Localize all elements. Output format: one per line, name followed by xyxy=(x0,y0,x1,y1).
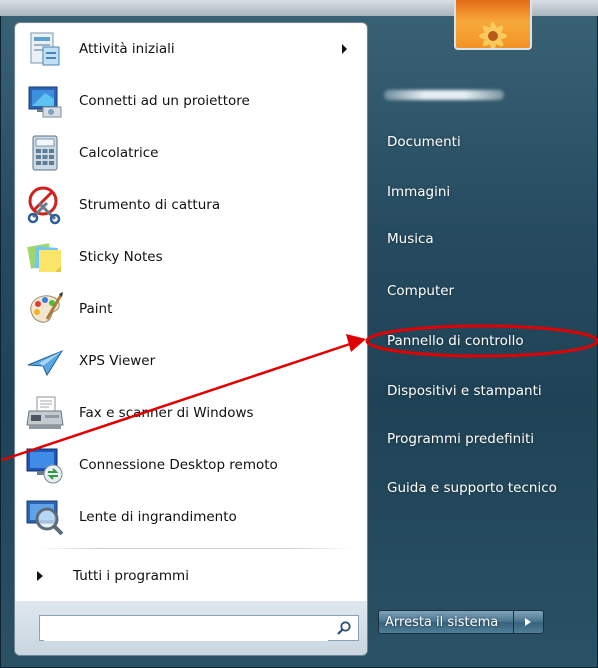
xps-viewer-icon xyxy=(25,341,65,381)
program-label: Sticky Notes xyxy=(79,249,163,265)
program-item-calcolatrice[interactable]: Calcolatrice xyxy=(21,131,361,175)
program-item-attivita-iniziali[interactable]: Attività iniziali xyxy=(21,27,361,71)
program-label: Strumento di cattura xyxy=(79,197,221,213)
program-item-desktop-remoto[interactable]: Connessione Desktop remoto xyxy=(21,443,361,487)
program-item-lente-ingrandimento[interactable]: Lente di ingrandimento xyxy=(21,495,361,539)
right-item-pannello-controllo[interactable]: Pannello di controllo xyxy=(378,327,588,355)
right-item-dispositivi-stampanti[interactable]: Dispositivi e stampanti xyxy=(378,377,588,405)
search-icon[interactable] xyxy=(336,620,352,636)
program-label: Paint xyxy=(79,301,113,317)
right-item-programmi-predefiniti[interactable]: Programmi predefiniti xyxy=(378,425,588,453)
program-item-xps-viewer[interactable]: XPS Viewer xyxy=(21,339,361,383)
shutdown-group: Arresta il sistema xyxy=(378,610,544,634)
projector-icon xyxy=(25,81,65,121)
program-item-paint[interactable]: Paint xyxy=(21,287,361,331)
chevron-right-icon xyxy=(525,618,531,626)
sticky-notes-icon xyxy=(25,237,65,277)
remote-desktop-icon xyxy=(25,445,65,485)
programs-panel: Attività iniziali Connetti ad un proiett… xyxy=(14,22,368,656)
getting-started-icon xyxy=(25,29,65,69)
submenu-arrow-icon[interactable] xyxy=(342,44,347,54)
all-programs-label: Tutti i programmi xyxy=(73,568,189,584)
program-item-connetti-proiettore[interactable]: Connetti ad un proiettore xyxy=(21,79,361,123)
user-picture[interactable] xyxy=(454,0,532,50)
right-item-computer[interactable]: Computer xyxy=(378,277,588,305)
right-item-musica[interactable]: Musica xyxy=(378,225,588,253)
flower-icon xyxy=(479,22,507,48)
program-label: Connessione Desktop remoto xyxy=(79,457,278,473)
program-label: Attività iniziali xyxy=(79,41,175,57)
right-item-immagini[interactable]: Immagini xyxy=(378,178,588,206)
snipping-tool-icon xyxy=(25,185,65,225)
shutdown-button[interactable]: Arresta il sistema xyxy=(378,610,514,634)
program-item-strumento-cattura[interactable]: Strumento di cattura xyxy=(21,183,361,227)
program-label: Lente di ingrandimento xyxy=(79,509,237,525)
shutdown-options-button[interactable] xyxy=(514,610,544,634)
calculator-icon xyxy=(25,133,65,173)
program-label: Connetti ad un proiettore xyxy=(79,93,250,109)
right-item-guida-supporto[interactable]: Guida e supporto tecnico xyxy=(378,474,588,502)
program-label: XPS Viewer xyxy=(79,353,156,369)
search-input[interactable] xyxy=(44,617,328,641)
magnifier-icon xyxy=(25,497,65,537)
search-area xyxy=(15,601,367,655)
user-name xyxy=(384,90,504,100)
program-item-fax-scanner[interactable]: Fax e scanner di Windows xyxy=(21,391,361,435)
programs-divider xyxy=(37,548,353,549)
program-item-sticky-notes[interactable]: Sticky Notes xyxy=(21,235,361,279)
all-programs-button[interactable]: Tutti i programmi xyxy=(33,563,343,589)
fax-scanner-icon xyxy=(25,393,65,433)
start-menu-screenshot: Attività iniziali Connetti ad un proiett… xyxy=(0,0,598,668)
program-label: Calcolatrice xyxy=(79,145,159,161)
search-box[interactable] xyxy=(39,615,359,641)
paint-palette-icon xyxy=(25,289,65,329)
program-label: Fax e scanner di Windows xyxy=(79,405,254,421)
right-item-documenti[interactable]: Documenti xyxy=(378,128,588,156)
expand-arrow-icon xyxy=(37,571,43,581)
